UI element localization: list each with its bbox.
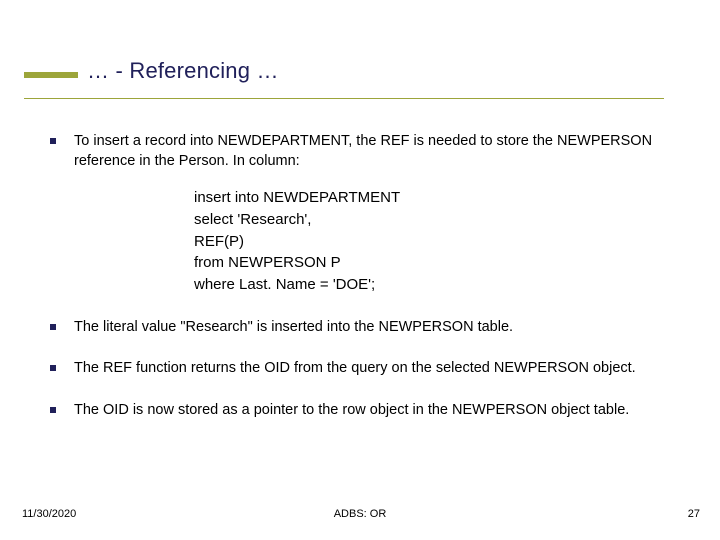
code-line: select 'Research',	[194, 209, 672, 231]
bullet-item: The REF function returns the OID from th…	[44, 359, 672, 379]
code-line: insert into NEWDEPARTMENT	[194, 187, 672, 209]
bullet-text: The OID is now stored as a pointer to th…	[74, 402, 629, 418]
title-underline	[24, 98, 664, 99]
bullet-item: The OID is now stored as a pointer to th…	[44, 401, 672, 421]
title-accent-bar	[24, 72, 78, 78]
footer: 11/30/2020 ADBS: OR 27	[0, 508, 720, 526]
footer-page-number: 27	[688, 508, 700, 520]
slide-body: To insert a record into NEWDEPARTMENT, t…	[44, 132, 672, 421]
slide: … - Referencing … To insert a record int…	[0, 0, 720, 540]
footer-center: ADBS: OR	[0, 508, 720, 520]
bullet-text: The literal value "Research" is inserted…	[74, 319, 513, 335]
bullet-item: To insert a record into NEWDEPARTMENT, t…	[44, 132, 672, 296]
code-line: from NEWPERSON P	[194, 252, 672, 274]
slide-title: … - Referencing …	[87, 58, 680, 84]
bullet-list: To insert a record into NEWDEPARTMENT, t…	[44, 132, 672, 421]
code-line: where Last. Name = 'DOE';	[194, 274, 672, 296]
code-block: insert into NEWDEPARTMENT select 'Resear…	[194, 187, 672, 296]
bullet-text: To insert a record into NEWDEPARTMENT, t…	[74, 133, 652, 169]
bullet-item: The literal value "Research" is inserted…	[44, 318, 672, 338]
bullet-text: The REF function returns the OID from th…	[74, 360, 636, 376]
title-block: … - Referencing …	[24, 58, 680, 84]
code-line: REF(P)	[194, 231, 672, 253]
